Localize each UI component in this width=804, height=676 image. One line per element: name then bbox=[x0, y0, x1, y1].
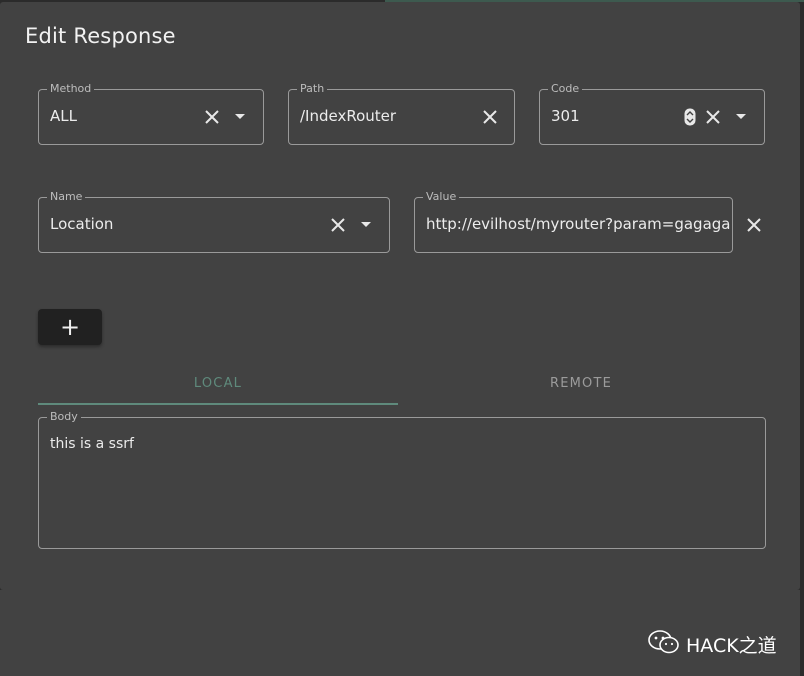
dialog-title: Edit Response bbox=[25, 24, 176, 48]
tab-remote[interactable]: REMOTE bbox=[400, 364, 762, 402]
body-label: Body bbox=[47, 410, 81, 424]
remove-header-icon[interactable] bbox=[743, 214, 765, 236]
header-value-label: Value bbox=[423, 190, 460, 204]
method-label: Method bbox=[47, 82, 95, 96]
code-input[interactable]: Code 301 bbox=[539, 82, 765, 145]
watermark: HACK之道 bbox=[648, 629, 777, 659]
header-value-value: http://evilhost/myrouter?param=gagaga bbox=[426, 215, 731, 233]
clear-icon[interactable] bbox=[201, 106, 223, 128]
code-label: Code bbox=[548, 82, 583, 96]
add-header-button[interactable]: + bbox=[38, 309, 102, 345]
header-value-input[interactable]: Value http://evilhost/myrouter?param=gag… bbox=[414, 190, 733, 253]
dropdown-arrow-icon[interactable] bbox=[355, 214, 377, 236]
edit-response-dialog: Edit Response Method ALL Path /IndexRout… bbox=[0, 2, 800, 590]
number-spinner-icon[interactable] bbox=[679, 106, 701, 128]
body-value: this is a ssrf bbox=[50, 436, 134, 452]
clear-icon[interactable] bbox=[479, 106, 501, 128]
path-input[interactable]: Path /IndexRouter bbox=[288, 82, 515, 145]
clear-icon[interactable] bbox=[702, 106, 724, 128]
clear-icon[interactable] bbox=[327, 214, 349, 236]
active-tab-indicator bbox=[38, 403, 398, 405]
header-name-value: Location bbox=[50, 215, 114, 233]
header-name-label: Name bbox=[47, 190, 86, 204]
dropdown-arrow-icon[interactable] bbox=[229, 106, 251, 128]
plus-icon: + bbox=[59, 313, 81, 341]
body-textarea[interactable]: Body this is a ssrf bbox=[38, 410, 766, 549]
method-value: ALL bbox=[50, 107, 77, 125]
code-value: 301 bbox=[551, 107, 580, 125]
tab-local[interactable]: LOCAL bbox=[38, 364, 398, 402]
dropdown-arrow-icon[interactable] bbox=[730, 106, 752, 128]
wechat-icon bbox=[648, 629, 680, 659]
path-label: Path bbox=[297, 82, 328, 96]
method-select[interactable]: Method ALL bbox=[38, 82, 264, 145]
header-name-select[interactable]: Name Location bbox=[38, 190, 390, 253]
watermark-text: HACK之道 bbox=[686, 634, 777, 657]
path-value: /IndexRouter bbox=[300, 107, 397, 125]
